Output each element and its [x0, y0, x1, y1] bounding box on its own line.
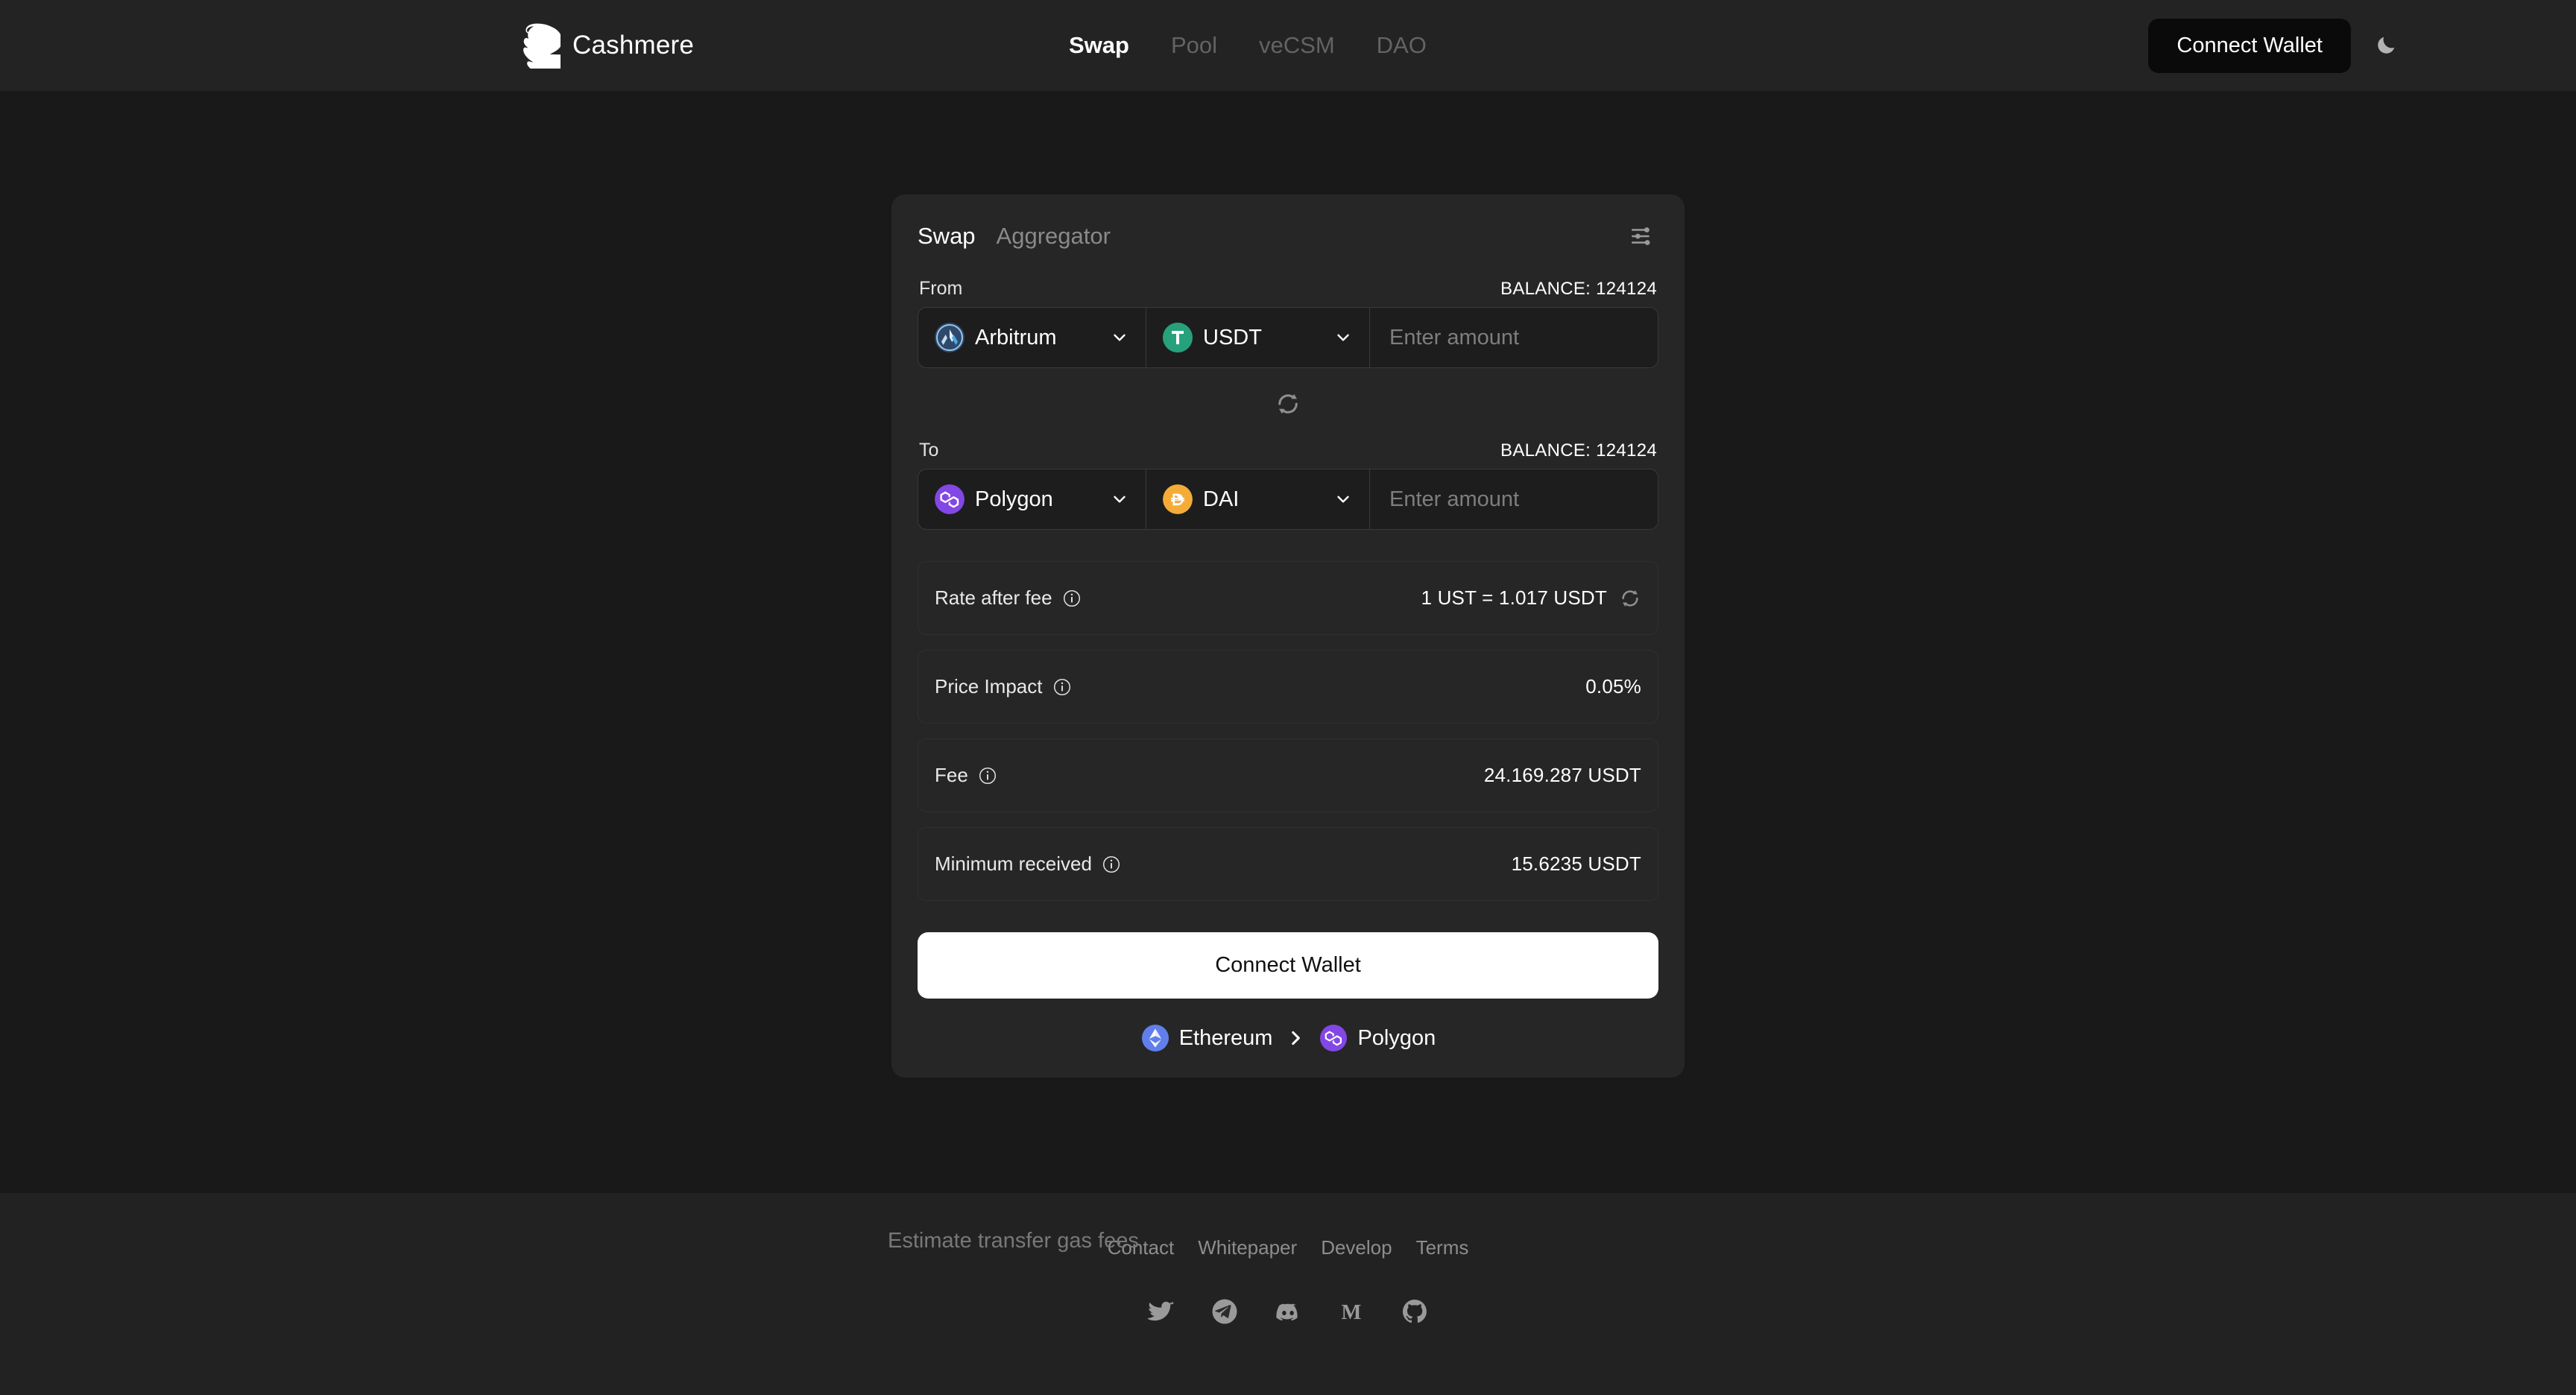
footer-links: Contact Whitepaper Develop Terms: [1096, 1236, 1481, 1259]
github-icon[interactable]: [1401, 1298, 1428, 1325]
info-row-minimum-received: Minimum received 15.6235 USDT: [918, 827, 1658, 901]
info-label-fee: Fee: [935, 764, 968, 786]
from-label: From: [919, 278, 963, 299]
switch-direction-button[interactable]: [1269, 385, 1307, 423]
from-row: Arbitrum USDT Max: [918, 307, 1658, 368]
nav-item-vecsm[interactable]: veCSM: [1238, 32, 1356, 59]
footer-link-develop[interactable]: Develop: [1309, 1236, 1404, 1259]
connect-wallet-header-button[interactable]: Connect Wallet: [2148, 18, 2351, 73]
usdt-icon: [1163, 323, 1193, 352]
telegram-icon[interactable]: [1211, 1298, 1238, 1325]
dai-icon: [1163, 484, 1193, 514]
medium-icon[interactable]: M: [1338, 1298, 1365, 1325]
info-value-fee: 24.169.287 USDT: [1483, 764, 1641, 786]
info-label-price-impact: Price Impact: [935, 675, 1043, 698]
arbitrum-icon: [935, 323, 965, 352]
brand-name: Cashmere: [572, 31, 695, 60]
to-amount-wrap: Max: [1370, 469, 1658, 529]
route-from-chain-name: Ethereum: [1178, 1025, 1273, 1050]
route-to-chain[interactable]: Polygon: [1319, 1023, 1436, 1053]
discord-icon[interactable]: [1275, 1298, 1301, 1325]
info-row-rate-after-fee: Rate after fee 1 UST = 1.017 USDT: [918, 561, 1658, 635]
twitter-icon[interactable]: [1148, 1298, 1175, 1325]
info-icon[interactable]: [1102, 855, 1121, 874]
from-balance: BALANCE: 124124: [1500, 279, 1657, 299]
to-label-row: To BALANCE: 124124: [918, 440, 1658, 469]
info-value-price-impact: 0.05%: [1585, 675, 1641, 698]
nav-item-pool[interactable]: Pool: [1150, 32, 1238, 59]
tab-swap[interactable]: Swap: [918, 223, 976, 250]
swap-card: Swap Aggregator From BALANCE: 124124 Arb…: [891, 194, 1685, 1078]
info-row-fee: Fee 24.169.287 USDT: [918, 738, 1658, 812]
card-tab-bar: Swap Aggregator: [918, 194, 1658, 278]
info-icon[interactable]: [978, 766, 997, 785]
top-header: Cashmere Swap Pool veCSM DAO Connect Wal…: [0, 0, 2576, 91]
route-to-chain-name: Polygon: [1357, 1025, 1436, 1050]
chevron-down-icon: [1337, 496, 1349, 503]
info-icon[interactable]: [1052, 677, 1072, 697]
connect-wallet-submit-button[interactable]: Connect Wallet: [918, 932, 1658, 999]
polygon-icon: [1319, 1023, 1348, 1053]
refresh-rate-icon[interactable]: [1619, 587, 1641, 610]
info-icon[interactable]: [1062, 589, 1082, 608]
from-token-name: USDT: [1203, 325, 1262, 349]
chevron-down-icon: [1337, 334, 1349, 341]
tab-aggregator[interactable]: Aggregator: [997, 223, 1111, 250]
to-row: Polygon DAI Max: [918, 469, 1658, 530]
route-from-chain[interactable]: Ethereum: [1140, 1023, 1273, 1053]
to-chain-selector[interactable]: Polygon: [918, 469, 1146, 529]
ethereum-icon: [1140, 1023, 1170, 1053]
nav-item-dao[interactable]: DAO: [1356, 32, 1448, 59]
swap-info-list: Rate after fee 1 UST = 1.017 USDT Price …: [918, 561, 1658, 901]
nav-item-swap[interactable]: Swap: [1048, 32, 1150, 59]
to-chain-name: Polygon: [975, 487, 1053, 511]
to-token-name: DAI: [1203, 487, 1240, 511]
from-amount-wrap: Max: [1370, 308, 1658, 367]
route-indicator: Ethereum Polygon: [918, 999, 1658, 1078]
from-chain-name: Arbitrum: [975, 325, 1057, 349]
sliders-icon: [1631, 227, 1650, 245]
moon-icon: [2378, 37, 2395, 54]
swap-vertical-icon: [1278, 393, 1298, 414]
info-value-rate-after-fee: 1 UST = 1.017 USDT: [1421, 586, 1607, 609]
settings-button[interactable]: [1626, 220, 1658, 253]
from-amount-input[interactable]: [1389, 325, 1658, 350]
chevron-right-icon: [1292, 1031, 1301, 1046]
header-actions: Connect Wallet: [2148, 18, 2403, 73]
from-chain-selector[interactable]: Arbitrum: [918, 308, 1146, 367]
polygon-icon: [935, 484, 965, 514]
from-label-row: From BALANCE: 124124: [918, 278, 1658, 307]
svg-text:M: M: [1342, 1301, 1362, 1324]
info-label-rate-after-fee: Rate after fee: [935, 586, 1052, 609]
chevron-down-icon: [1114, 334, 1126, 341]
info-label-minimum-received: Minimum received: [935, 852, 1092, 875]
to-label: To: [919, 440, 939, 461]
chevron-down-icon: [1114, 496, 1126, 503]
main-content: Swap Aggregator From BALANCE: 124124 Arb…: [0, 91, 2576, 1253]
cashmere-logo-icon: [523, 23, 561, 69]
footer-link-whitepaper[interactable]: Whitepaper: [1186, 1236, 1309, 1259]
switch-direction-wrap: [918, 368, 1658, 440]
footer-link-terms[interactable]: Terms: [1404, 1236, 1481, 1259]
theme-toggle-button[interactable]: [2369, 28, 2403, 63]
footer-socials: M: [1148, 1298, 1428, 1325]
site-footer: Contact Whitepaper Develop Terms M: [0, 1193, 2576, 1395]
to-amount-input[interactable]: [1389, 487, 1658, 512]
info-value-minimum-received: 15.6235 USDT: [1511, 852, 1641, 875]
brand[interactable]: Cashmere: [522, 22, 694, 69]
from-token-selector[interactable]: USDT: [1146, 308, 1370, 367]
main-nav: Swap Pool veCSM DAO: [1048, 32, 1448, 59]
to-balance: BALANCE: 124124: [1500, 440, 1657, 461]
info-row-price-impact: Price Impact 0.05%: [918, 650, 1658, 724]
to-token-selector[interactable]: DAI: [1146, 469, 1370, 529]
gas-estimate-note: Estimate transfer gas fees: [888, 1229, 1139, 1253]
